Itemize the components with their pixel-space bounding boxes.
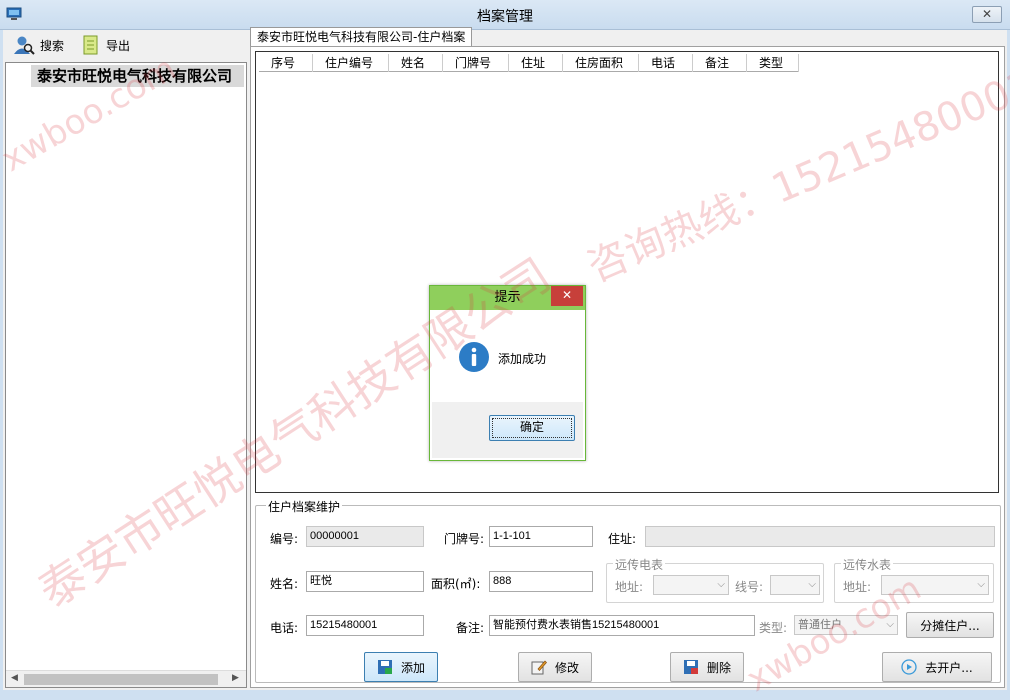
form-group-title: 住户档案维护 [266,498,343,515]
chevron-down-icon: ⌵ [977,579,985,590]
scrollbar-thumb[interactable] [24,674,218,685]
dialog-body: 添加成功 [432,310,583,402]
type-select[interactable]: 普通住户 ⌵ [794,615,898,635]
water-address-select[interactable]: ⌵ [881,575,989,595]
name-field[interactable]: 旺悦 [306,571,424,592]
play-icon [901,659,917,675]
delete-button[interactable]: 删除 [670,652,744,682]
column-header[interactable]: 住房面积 [563,54,639,72]
user-search-icon [14,36,35,55]
column-header[interactable]: 序号 [259,54,313,72]
add-label: 添加 [400,660,425,675]
tree-horizontal-scrollbar[interactable]: ◀ ▶ [6,670,246,687]
dialog-close-button[interactable]: ✕ [551,286,583,306]
name-label: 姓名: [270,577,299,591]
column-header[interactable]: 住户编号 [313,54,389,72]
remote-water-meter-group: 远传水表 地址: ⌵ [834,556,994,603]
line-number-label: 线号: [735,580,764,594]
tab-resident-archive[interactable]: 泰安市旺悦电气科技有限公司-住户档案 [250,27,473,47]
left-toolbar: 搜索 导出 [3,30,247,60]
info-icon [459,342,489,372]
scroll-right-icon[interactable]: ▶ [232,673,239,683]
edit-icon [531,660,547,675]
window-close-button[interactable]: ✕ [972,6,1002,23]
chevron-down-icon: ⌵ [717,579,725,590]
tab-content: 序号 住户编号 姓名 门牌号 住址 住房面积 电话 备注 类型 住户档案维护 编… [250,46,1005,688]
message-dialog: 提示 ✕ 添加成功 确定 [429,285,586,461]
search-button[interactable]: 搜索 [13,33,64,57]
chevron-down-icon: ⌵ [886,619,894,630]
export-label: 导出 [106,38,131,53]
column-header[interactable]: 姓名 [389,54,443,72]
edit-button[interactable]: 修改 [518,652,592,682]
delete-icon [683,660,698,674]
export-document-icon [83,35,98,55]
resident-form-group: 住户档案维护 编号: 00000001 门牌号: 1-1-101 住址: 姓名:… [255,498,1001,683]
delete-label: 删除 [706,660,731,675]
chevron-down-icon: ⌵ [808,579,816,590]
search-label: 搜索 [40,38,65,53]
add-button[interactable]: 添加 [364,652,438,682]
open-account-label: 去开户... [925,660,973,675]
address-label: 住址: [608,532,637,546]
share-resident-label: 分摊住户... [920,618,980,633]
number-label: 编号: [270,532,299,546]
type-label: 类型: [759,621,788,635]
remark-label: 备注: [456,621,485,635]
export-button[interactable]: 导出 [81,33,130,57]
remote-electric-meter-group: 远传电表 地址: ⌵ 线号: ⌵ [606,556,824,603]
grid-header: 序号 住户编号 姓名 门牌号 住址 住房面积 电话 备注 类型 [259,54,799,72]
close-icon: ✕ [981,7,993,21]
share-resident-button[interactable]: 分摊住户... [906,612,994,638]
column-header[interactable]: 类型 [747,54,799,72]
tree-item-company[interactable]: 泰安市旺悦电气科技有限公司 [31,65,244,87]
remark-field[interactable]: 智能预付费水表销售15215480001 [489,615,755,636]
ok-button[interactable]: 确定 [489,415,575,441]
electric-address-select[interactable]: ⌵ [653,575,729,595]
window-title: 档案管理 [477,9,533,25]
edit-label: 修改 [554,660,579,675]
column-header[interactable]: 备注 [693,54,747,72]
area-label: 面积(㎡): [431,577,481,591]
save-add-icon [377,660,392,674]
phone-label: 电话: [270,621,299,635]
type-value: 普通住户 [798,618,842,631]
address-field[interactable] [645,526,995,547]
scroll-left-icon[interactable]: ◀ [11,673,18,683]
close-icon: ✕ [561,288,573,302]
resident-grid[interactable]: 序号 住户编号 姓名 门牌号 住址 住房面积 电话 备注 类型 [255,51,999,493]
dialog-message: 添加成功 [498,352,547,366]
water-address-label: 地址: [843,580,872,594]
door-number-field[interactable]: 1-1-101 [489,526,593,547]
electric-address-label: 地址: [615,580,644,594]
door-label: 门牌号: [444,532,485,546]
electric-meter-title: 远传电表 [613,556,666,573]
column-header[interactable]: 电话 [639,54,693,72]
title-bar: 档案管理 ✕ [0,0,1010,30]
column-header[interactable]: 住址 [509,54,563,72]
area-field[interactable]: 888 [489,571,593,592]
company-tree: 泰安市旺悦电气科技有限公司 ◀ ▶ [5,62,247,688]
column-header[interactable]: 门牌号 [443,54,509,72]
line-number-select[interactable]: ⌵ [770,575,820,595]
phone-field[interactable]: 15215480001 [306,615,424,636]
number-field[interactable]: 00000001 [306,526,424,547]
dialog-footer: 确定 [432,402,583,458]
water-meter-title: 远传水表 [841,556,894,573]
open-account-button[interactable]: 去开户... [882,652,992,682]
